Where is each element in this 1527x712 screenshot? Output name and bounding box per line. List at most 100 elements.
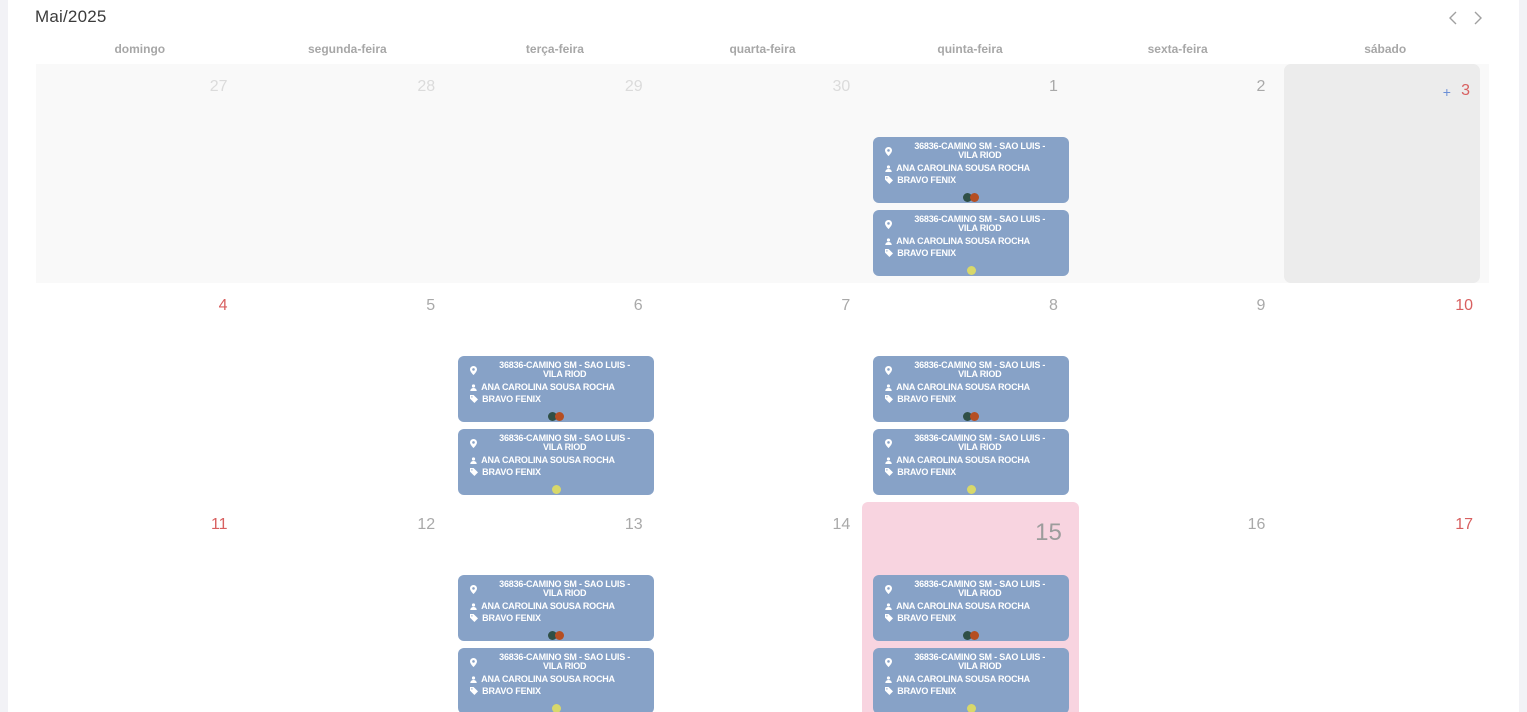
person-icon: [885, 675, 892, 685]
day-cell[interactable]: 28: [244, 64, 452, 283]
next-month-button[interactable]: [1468, 9, 1486, 27]
day-number: 12: [417, 516, 436, 533]
status-dot-yellow: [966, 266, 976, 275]
event-person: ANA CAROLINA SOUSA ROCHA: [896, 674, 1030, 684]
day-number: 3: [1461, 82, 1470, 99]
day-cell[interactable]: 5: [244, 283, 452, 502]
day-cell[interactable]: 4: [36, 283, 244, 502]
location-pin-icon: [885, 143, 893, 161]
tag-icon: [885, 614, 894, 624]
event-person: ANA CAROLINA SOUSA ROCHA: [481, 674, 615, 684]
weekday-label: quarta-feira: [729, 42, 796, 56]
day-cell[interactable]: 12: [244, 502, 452, 712]
day-number: 11: [210, 516, 228, 533]
person-icon: [885, 164, 892, 174]
calendar-week: 27 28 29 30 1 36836-CAMINO SM - SAO LUIS - VI…: [36, 64, 1489, 283]
day-number: 16: [1247, 516, 1266, 533]
weekday-label: sábado: [1364, 42, 1407, 56]
event-person: ANA CAROLINA SOUSA ROCHA: [896, 382, 1030, 392]
day-cell[interactable]: 17: [1281, 502, 1489, 712]
day-cell[interactable]: 7: [659, 283, 867, 502]
event-person: ANA CAROLINA SOUSA ROCHA: [896, 163, 1030, 173]
event-location: 36836-CAMINO SM - SAO LUIS - VILA RIOD: [914, 652, 1046, 671]
day-number: 15: [1035, 519, 1062, 546]
event-tag-line: BRAVO FENIX: [470, 686, 541, 697]
add-event-button[interactable]: +: [1443, 84, 1451, 100]
event-card[interactable]: 36836-CAMINO SM - SAO LUIS - VILA RIOD AN…: [873, 210, 1070, 276]
day-cell[interactable]: 11: [36, 502, 244, 712]
location-pin-icon: [470, 362, 478, 380]
location-pin-icon: [885, 581, 893, 599]
event-card[interactable]: 36836-CAMINO SM - SAO LUIS - VILA RIOD AN…: [873, 429, 1070, 495]
status-dot-yellow: [966, 704, 976, 712]
event-location: 36836-CAMINO SM - SAO LUIS - VILA RIOD: [914, 214, 1046, 233]
person-icon: [470, 675, 477, 685]
day-cell[interactable]: 27: [36, 64, 244, 283]
day-cell[interactable]: 13 36836-CAMINO SM - SAO LUIS - VILA RIOD…: [451, 502, 659, 712]
event-tag-line: BRAVO FENIX: [470, 613, 541, 624]
event-person-line: ANA CAROLINA SOUSA ROCHA: [885, 163, 1030, 174]
day-number: 29: [624, 78, 643, 95]
event-tag: BRAVO FENIX: [482, 394, 541, 404]
status-dot-yellow: [551, 704, 561, 712]
weekday-label: quinta-feira: [937, 42, 1003, 56]
day-cell[interactable]: 15 36836-CAMINO SM - SAO LUIS - VILA RIOD…: [862, 502, 1079, 712]
day-cell[interactable]: 1 36836-CAMINO SM - SAO LUIS - VILA RIOD A…: [866, 64, 1074, 283]
day-number: 17: [1455, 516, 1473, 533]
event-location: 36836-CAMINO SM - SAO LUIS - VILA RIOD: [499, 579, 631, 598]
event-card[interactable]: 36836-CAMINO SM - SAO LUIS - VILA RIOD AN…: [873, 648, 1070, 712]
event-card[interactable]: 36836-CAMINO SM - SAO LUIS - VILA RIOD AN…: [458, 648, 655, 712]
tag-icon: [885, 176, 894, 186]
day-cell[interactable]: 9: [1074, 283, 1282, 502]
tag-icon: [885, 249, 894, 259]
day-cell[interactable]: 29: [451, 64, 659, 283]
day-number: 5: [426, 297, 436, 314]
day-cell[interactable]: 8 36836-CAMINO SM - SAO LUIS - VILA RIOD A…: [866, 283, 1074, 502]
day-cell[interactable]: 10: [1281, 283, 1489, 502]
status-dots: [873, 627, 1069, 640]
event-person-line: ANA CAROLINA SOUSA ROCHA: [885, 382, 1030, 393]
day-cell[interactable]: 14: [659, 502, 867, 712]
event-location: 36836-CAMINO SM - SAO LUIS - VILA RIOD: [499, 652, 631, 671]
event-tag: BRAVO FENIX: [482, 613, 541, 623]
event-card[interactable]: 36836-CAMINO SM - SAO LUIS - VILA RIOD AN…: [458, 356, 655, 422]
event-tag-line: BRAVO FENIX: [470, 467, 541, 478]
event-person-line: ANA CAROLINA SOUSA ROCHA: [470, 455, 615, 466]
person-icon: [885, 456, 892, 466]
person-icon: [470, 602, 477, 612]
day-number: 2: [1256, 78, 1266, 95]
event-tag: BRAVO FENIX: [897, 248, 956, 258]
tag-icon: [470, 395, 479, 405]
day-number: 1: [1048, 78, 1058, 95]
day-number: 10: [1455, 297, 1473, 314]
status-dot-rust: [555, 631, 565, 640]
event-location: 36836-CAMINO SM - SAO LUIS - VILA RIOD: [914, 579, 1046, 598]
event-card[interactable]: 36836-CAMINO SM - SAO LUIS - VILA RIOD AN…: [873, 137, 1070, 203]
event-card[interactable]: 36836-CAMINO SM - SAO LUIS - VILA RIOD AN…: [458, 429, 655, 495]
status-dots: [873, 262, 1069, 275]
event-person-line: ANA CAROLINA SOUSA ROCHA: [470, 382, 615, 393]
day-cell[interactable]: 2: [1074, 64, 1282, 283]
event-tag-line: BRAVO FENIX: [885, 175, 956, 186]
prev-month-button[interactable]: [1445, 9, 1463, 27]
event-person-line: ANA CAROLINA SOUSA ROCHA: [885, 236, 1030, 247]
day-cell[interactable]: 16: [1074, 502, 1282, 712]
event-card[interactable]: 36836-CAMINO SM - SAO LUIS - VILA RIOD AN…: [458, 575, 655, 641]
event-tag: BRAVO FENIX: [897, 467, 956, 477]
event-tag: BRAVO FENIX: [897, 613, 956, 623]
day-number: 28: [417, 78, 436, 95]
weekday-label: domingo: [114, 42, 166, 56]
month-title: Mai/2025: [35, 7, 107, 26]
event-person-line: ANA CAROLINA SOUSA ROCHA: [885, 674, 1030, 685]
event-card[interactable]: 36836-CAMINO SM - SAO LUIS - VILA RIOD AN…: [873, 575, 1070, 641]
day-cell[interactable]: 6 36836-CAMINO SM - SAO LUIS - VILA RIOD A…: [451, 283, 659, 502]
event-card[interactable]: 36836-CAMINO SM - SAO LUIS - VILA RIOD AN…: [873, 356, 1070, 422]
location-pin-icon: [470, 435, 478, 453]
tag-icon: [470, 614, 479, 624]
day-cell[interactable]: 30: [659, 64, 867, 283]
day-cell[interactable]: +3: [1281, 64, 1489, 283]
event-location: 36836-CAMINO SM - SAO LUIS - VILA RIOD: [499, 433, 631, 452]
event-person-line: ANA CAROLINA SOUSA ROCHA: [470, 601, 615, 612]
location-pin-icon: [470, 654, 478, 672]
event-person: ANA CAROLINA SOUSA ROCHA: [896, 601, 1030, 611]
